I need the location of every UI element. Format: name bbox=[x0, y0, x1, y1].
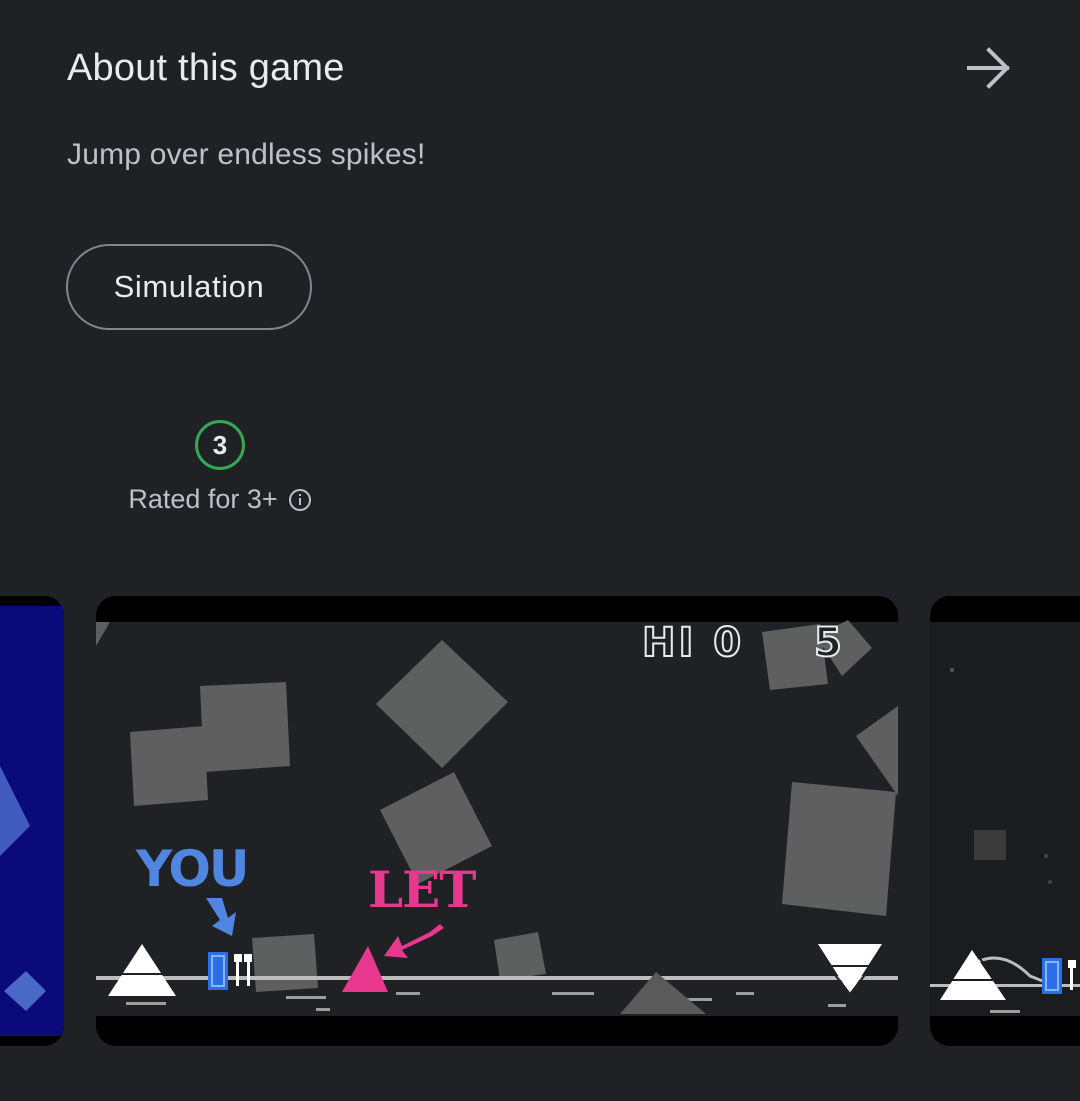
info-icon[interactable] bbox=[288, 488, 312, 512]
content-rating: 3 Rated for 3+ bbox=[110, 420, 330, 515]
hud-high-score: HI 0 bbox=[641, 619, 745, 667]
arrow-right-icon[interactable] bbox=[965, 44, 1013, 92]
hud-score: 5 bbox=[813, 619, 845, 667]
rating-line: Rated for 3+ bbox=[128, 484, 311, 515]
about-section-header[interactable]: About this game bbox=[67, 38, 1013, 98]
game-details-page: About this game Jump over endless spikes… bbox=[0, 0, 1080, 1101]
game-description: Jump over endless spikes! bbox=[67, 138, 426, 171]
screenshot-next[interactable] bbox=[930, 596, 1080, 1046]
label-let: LET bbox=[368, 860, 476, 919]
screenshot-main[interactable]: HI 0 5 YOU LET bbox=[96, 596, 898, 1046]
screenshot-previous[interactable] bbox=[0, 596, 64, 1046]
rating-label: Rated for 3+ bbox=[128, 484, 278, 514]
label-you: YOU bbox=[136, 840, 250, 898]
rating-badge: 3 bbox=[195, 420, 245, 470]
category-chip-simulation[interactable]: Simulation bbox=[66, 244, 312, 330]
about-title: About this game bbox=[67, 46, 345, 89]
